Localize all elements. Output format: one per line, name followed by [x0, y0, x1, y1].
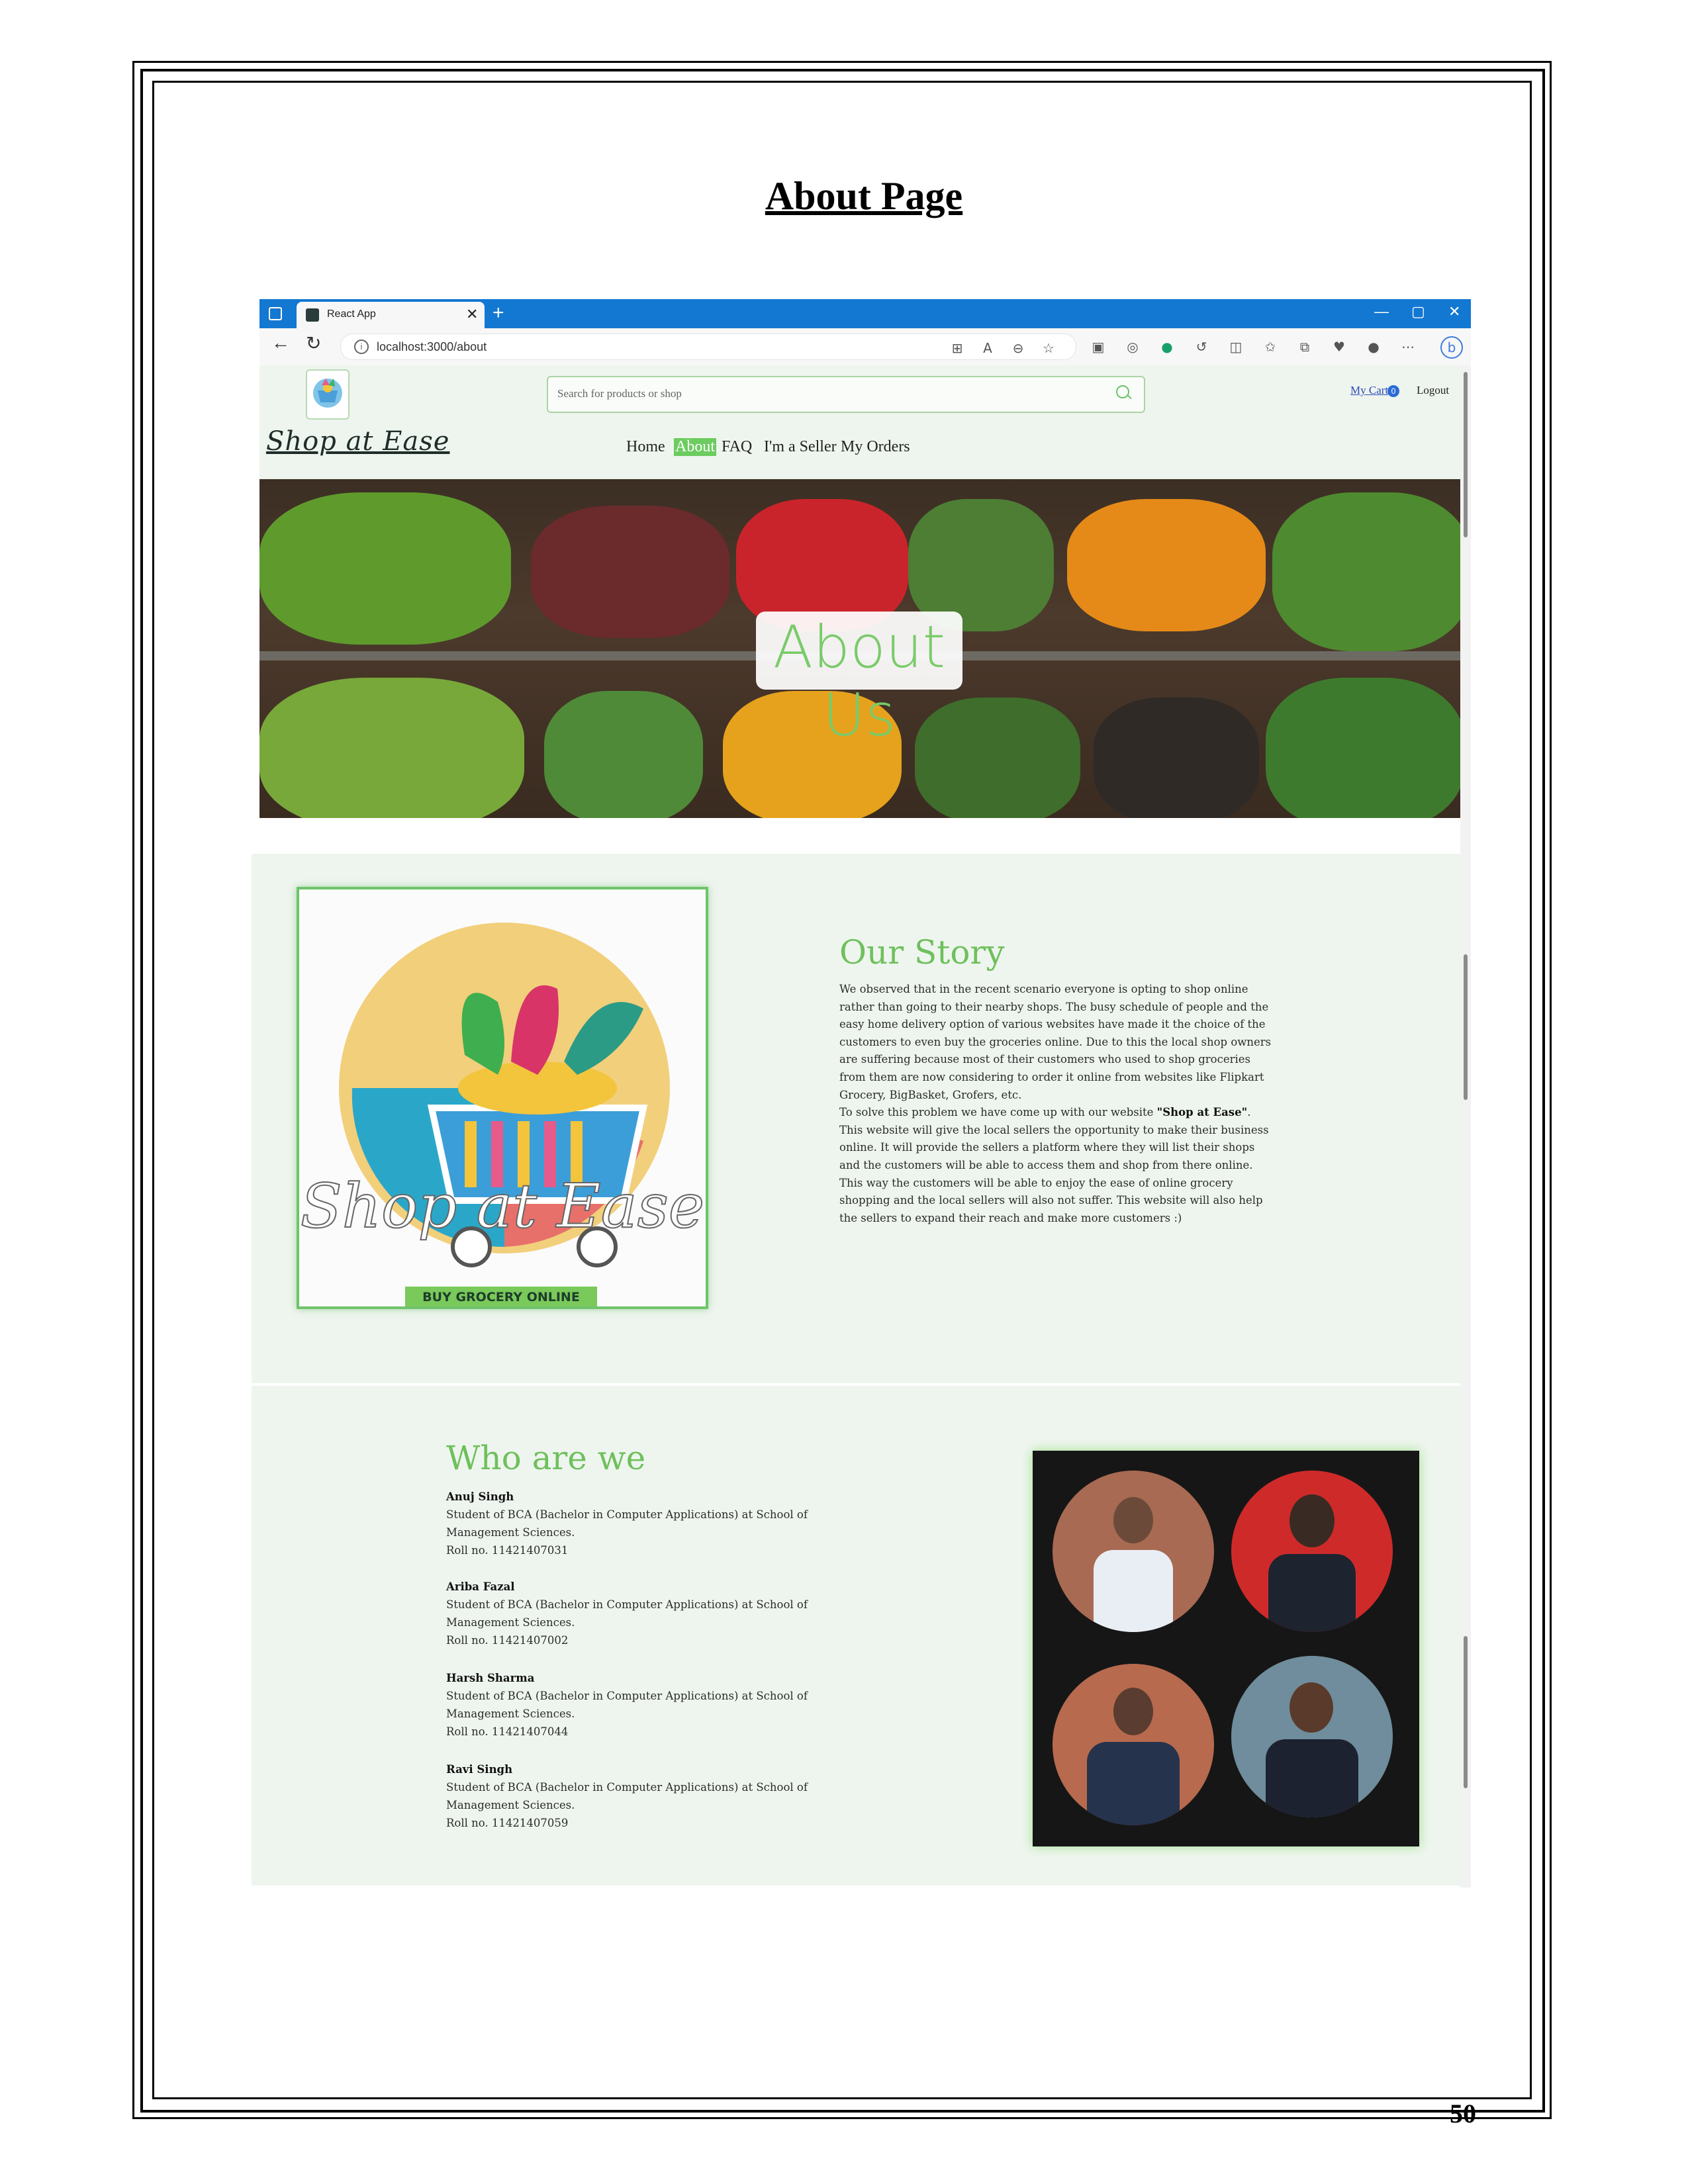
- logo-brand-text: Shop at Ease: [301, 1171, 705, 1242]
- team-photo-collage: [1033, 1451, 1419, 1846]
- story-paragraph-2: To solve this problem we have come up wi…: [839, 1106, 1269, 1171]
- back-arrow-icon[interactable]: ←: [271, 332, 290, 353]
- website: Shop at Ease Search for products or shop…: [252, 365, 1460, 1888]
- extension-icon[interactable]: ◎: [1125, 340, 1140, 354]
- tab-close-icon[interactable]: ✕: [466, 306, 478, 323]
- team-member: Harsh Sharma Student of BCA (Bachelor in…: [446, 1669, 857, 1741]
- my-cart-link[interactable]: My Cart: [1350, 384, 1388, 397]
- our-story-heading: Our Story: [839, 933, 1005, 972]
- member-roll-number: Roll no. 11421407044: [446, 1725, 569, 1738]
- member-roll-number: Roll no. 11421407031: [446, 1544, 569, 1557]
- url-text: localhost:3000/about: [377, 340, 487, 353]
- about-hero-banner: About Us: [259, 479, 1460, 818]
- cart-count-badge: 0: [1387, 385, 1399, 397]
- about-us-label: About Us: [756, 612, 962, 749]
- document-title: About Page: [765, 174, 963, 218]
- maximize-button[interactable]: ▢: [1411, 303, 1425, 320]
- scrollbar-thumb[interactable]: [1464, 954, 1468, 1100]
- shop-at-ease-logo-image: Shop at Ease BUY GROCERY ONLINE: [297, 887, 708, 1309]
- browser-window: React App ✕ + — ▢ ✕ ← ↻ i localhost:3000…: [252, 299, 1471, 1888]
- scrollbar-thumb[interactable]: [1464, 1636, 1468, 1788]
- browser-titlebar: React App ✕ + — ▢ ✕: [259, 299, 1471, 328]
- nav-my-orders[interactable]: My Orders: [841, 438, 910, 456]
- more-options-icon[interactable]: ⋯: [1401, 340, 1415, 354]
- nav-about[interactable]: About: [674, 438, 716, 456]
- team-member-photo: [1231, 1656, 1393, 1817]
- favorites-icon[interactable]: ✩: [1263, 340, 1278, 354]
- team-member: Anuj Singh Student of BCA (Bachelor in C…: [446, 1488, 857, 1559]
- nav-home[interactable]: Home: [626, 438, 665, 456]
- team-member-photo: [1231, 1471, 1393, 1632]
- close-window-button[interactable]: ✕: [1448, 303, 1460, 320]
- team-member-photo: [1053, 1664, 1214, 1825]
- address-bar-row: ← ↻ i localhost:3000/about ⊞ A ⊖ ☆ ▣ ◎ ●…: [259, 328, 1471, 366]
- who-are-we-section: Who are we Anuj Singh Student of BCA (Ba…: [252, 1386, 1460, 1886]
- member-name: Ravi Singh: [446, 1763, 513, 1776]
- logout-button[interactable]: Logout: [1417, 384, 1449, 397]
- member-description: Student of BCA (Bachelor in Computer App…: [446, 1598, 808, 1629]
- favorite-star-icon[interactable]: ☆: [1041, 341, 1056, 355]
- member-roll-number: Roll no. 11421407002: [446, 1634, 569, 1647]
- site-header: Shop at Ease Search for products or shop…: [259, 365, 1460, 479]
- story-paragraph-1: We observed that in the recent scenario …: [839, 983, 1272, 1101]
- product-search-box[interactable]: Search for products or shop: [547, 376, 1145, 413]
- tab-actions-icon[interactable]: [269, 307, 282, 320]
- our-story-section: Shop at Ease BUY GROCERY ONLINE Our Stor…: [252, 854, 1460, 1383]
- scrollbar-thumb[interactable]: [1464, 372, 1468, 537]
- tab-title: React App: [327, 308, 376, 320]
- logo-tagline: BUY GROCERY ONLINE: [422, 1290, 580, 1304]
- member-name: Ariba Fazal: [446, 1580, 515, 1593]
- story-paragraph-3: This way the customers will be able to e…: [839, 1176, 1263, 1224]
- read-aloud-icon[interactable]: A: [980, 341, 995, 355]
- profile-avatar-icon[interactable]: ●: [1366, 340, 1381, 354]
- team-member-photo: [1053, 1471, 1214, 1632]
- search-icon[interactable]: [1116, 385, 1129, 398]
- member-description: Student of BCA (Bachelor in Computer App…: [446, 1508, 808, 1539]
- split-screen-icon[interactable]: ◫: [1229, 340, 1243, 354]
- site-logo[interactable]: [306, 369, 350, 420]
- nav-seller[interactable]: I'm a Seller: [764, 438, 837, 456]
- extension-icon[interactable]: ♥: [1332, 340, 1346, 354]
- site-info-icon[interactable]: i: [354, 340, 369, 354]
- zoom-icon[interactable]: ⊖: [1011, 341, 1025, 355]
- team-member: Ariba Fazal Student of BCA (Bachelor in …: [446, 1578, 857, 1649]
- collections-icon[interactable]: ⧉: [1297, 340, 1312, 354]
- brand-logo-text[interactable]: Shop at Ease: [266, 426, 449, 457]
- member-description: Student of BCA (Bachelor in Computer App…: [446, 1690, 808, 1720]
- minimize-button[interactable]: —: [1374, 303, 1389, 320]
- nav-faq[interactable]: FAQ: [722, 438, 752, 456]
- page-number: 50: [1450, 2099, 1476, 2128]
- grammarly-icon[interactable]: ●: [1160, 340, 1174, 354]
- url-field[interactable]: i localhost:3000/about ⊞ A ⊖ ☆: [340, 334, 1076, 360]
- browser-tab[interactable]: React App ✕: [297, 302, 485, 328]
- member-roll-number: Roll no. 11421407059: [446, 1817, 569, 1829]
- search-input[interactable]: Search for products or shop: [557, 387, 682, 400]
- new-tab-button[interactable]: +: [492, 302, 504, 324]
- hero-heading: About Us: [773, 613, 946, 749]
- extension-icon[interactable]: ▣: [1091, 340, 1105, 354]
- story-brand-name: "Shop at Ease": [1156, 1106, 1248, 1119]
- app-available-icon[interactable]: ⊞: [950, 341, 964, 355]
- team-member: Ravi Singh Student of BCA (Bachelor in C…: [446, 1760, 857, 1832]
- refresh-icon[interactable]: ↻: [306, 332, 321, 354]
- who-are-we-heading: Who are we: [446, 1439, 646, 1477]
- extension-icon[interactable]: ↺: [1194, 340, 1209, 354]
- tab-favicon-icon: [306, 308, 319, 322]
- member-name: Anuj Singh: [446, 1490, 514, 1503]
- member-name: Harsh Sharma: [446, 1672, 535, 1684]
- member-description: Student of BCA (Bachelor in Computer App…: [446, 1781, 808, 1811]
- our-story-text: We observed that in the recent scenario …: [839, 981, 1276, 1227]
- page-scrollbar[interactable]: [1460, 365, 1471, 1888]
- copilot-icon[interactable]: b: [1440, 336, 1463, 359]
